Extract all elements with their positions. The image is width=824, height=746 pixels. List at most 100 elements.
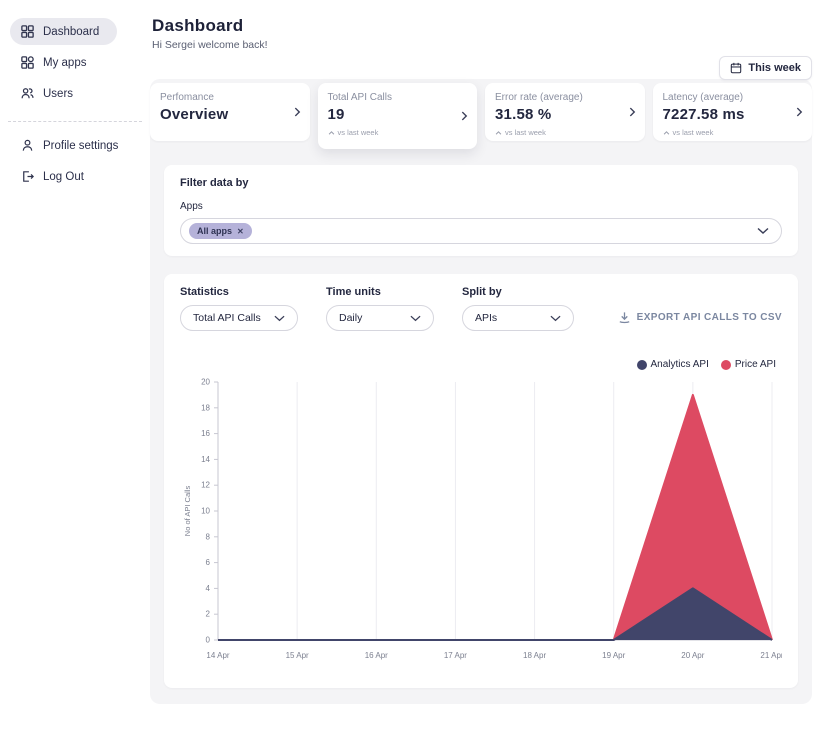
svg-text:14 Apr: 14 Apr	[206, 651, 229, 660]
sidebar-item-my-apps[interactable]: My apps	[10, 49, 96, 76]
sidebar-item-log-out[interactable]: Log Out	[10, 163, 94, 190]
svg-text:4: 4	[206, 584, 211, 593]
stat-card-value: 7227.58 ms	[662, 106, 745, 123]
stat-card-label: Total API Calls	[327, 92, 392, 103]
stat-card-latency[interactable]: Latency (average) 7227.58 ms vs last wee…	[652, 83, 812, 141]
legend-item: Analytics API	[636, 359, 709, 370]
filter-title: Filter data by	[180, 177, 249, 189]
sidebar-item-users[interactable]: Users	[10, 80, 83, 107]
svg-text:2: 2	[206, 610, 211, 619]
legend-item: Price API	[720, 359, 776, 370]
this-week-label: This week	[748, 62, 801, 74]
time-units-control: Time units Daily	[326, 286, 434, 331]
stat-cards-row: Perfomance Overview Total API Calls 19 v…	[150, 83, 812, 149]
chevron-right-icon	[461, 111, 468, 122]
sidebar-item-label: Profile settings	[43, 139, 119, 152]
stat-card-total-api-calls[interactable]: Total API Calls 19 vs last week	[317, 83, 477, 149]
page-title: Dashboard	[152, 16, 244, 35]
stat-card-label: Latency (average)	[662, 92, 744, 103]
svg-text:20 Apr: 20 Apr	[681, 651, 704, 660]
api-calls-chart: 0 2 4 6 8 10 12 14 16 18 20 14 Apr 15 Apr 16 Apr 17 Ap…	[183, 378, 782, 661]
svg-text:6: 6	[206, 558, 211, 567]
stat-card-trend-label: vs last week	[672, 128, 714, 137]
svg-text:14: 14	[201, 455, 210, 464]
time-units-value: Daily	[339, 312, 363, 324]
apps-multiselect[interactable]: All apps ✕	[180, 218, 782, 244]
stat-card-value: Overview	[160, 106, 229, 123]
sidebar-item-profile-settings[interactable]: Profile settings	[10, 132, 128, 159]
stat-card-performance[interactable]: Perfomance Overview	[150, 83, 310, 141]
chip-remove-icon[interactable]: ✕	[237, 227, 244, 236]
sidebar-item-label: Users	[43, 87, 74, 100]
legend-dot	[636, 359, 647, 370]
chevron-right-icon	[796, 107, 803, 118]
caret-up-icon	[495, 130, 502, 135]
sidebar-divider	[8, 121, 142, 122]
filter-apps-label: Apps	[180, 201, 203, 212]
split-by-dropdown[interactable]: APIs	[462, 305, 574, 331]
svg-text:No of API Calls: No of API Calls	[183, 486, 192, 537]
chevron-down-icon	[757, 227, 769, 235]
stat-card-trend: vs last week	[495, 128, 635, 137]
chevron-down-icon	[274, 315, 285, 322]
statistics-panel: Statistics Total API Calls Time units Da…	[164, 274, 798, 688]
time-units-dropdown[interactable]: Daily	[326, 305, 434, 331]
statistics-dropdown[interactable]: Total API Calls	[180, 305, 298, 331]
stat-card-value: 19	[327, 106, 345, 123]
time-units-label: Time units	[326, 286, 381, 298]
svg-text:20: 20	[201, 378, 210, 387]
sidebar-item-label: Log Out	[43, 170, 84, 183]
filter-panel: Filter data by Apps All apps ✕	[164, 165, 798, 256]
svg-text:19 Apr: 19 Apr	[602, 651, 625, 660]
chart-legend: Analytics API Price API	[180, 359, 776, 370]
svg-text:15 Apr: 15 Apr	[286, 651, 309, 660]
export-csv-button[interactable]: EXPORT API CALLS TO CSV	[618, 311, 782, 324]
statistics-label: Statistics	[180, 286, 229, 298]
caret-up-icon	[663, 130, 670, 135]
stat-card-trend-label: vs last week	[505, 128, 546, 137]
stat-card-label: Error rate (average)	[495, 92, 583, 103]
profile-icon	[20, 138, 35, 153]
chart-controls: Statistics Total API Calls Time units Da…	[180, 286, 782, 331]
apps-chip-label: All apps	[197, 226, 233, 236]
chart-wrap: 0 2 4 6 8 10 12 14 16 18 20 14 Apr 15 Apr 16 Apr 17 Ap…	[180, 372, 782, 668]
svg-text:8: 8	[206, 532, 211, 541]
chevron-down-icon	[410, 315, 421, 322]
sidebar-item-label: My apps	[43, 56, 87, 69]
statistics-value: Total API Calls	[193, 312, 261, 324]
svg-text:16: 16	[201, 429, 210, 438]
calendar-icon	[730, 62, 742, 74]
apps-grid-icon	[20, 55, 35, 70]
logout-icon	[20, 169, 35, 184]
legend-label: Price API	[734, 359, 776, 370]
dashboard-panel: Perfomance Overview Total API Calls 19 v…	[150, 79, 812, 704]
chevron-down-icon	[550, 315, 561, 322]
stat-card-trend: vs last week	[663, 128, 803, 137]
users-icon	[20, 86, 35, 101]
stat-card-trend-label: vs last week	[337, 128, 379, 137]
stat-card-error-rate[interactable]: Error rate (average) 31.58 % vs last wee…	[485, 83, 645, 141]
stat-card-trend: vs last week	[328, 128, 468, 137]
export-csv-label: EXPORT API CALLS TO CSV	[636, 312, 782, 323]
apps-chip[interactable]: All apps ✕	[189, 223, 252, 239]
dashboard-grid-icon	[20, 24, 35, 39]
stat-card-label: Perfomance	[160, 92, 214, 103]
svg-text:10: 10	[201, 507, 210, 516]
legend-dot	[720, 359, 731, 370]
this-week-button[interactable]: This week	[719, 56, 812, 80]
svg-text:16 Apr: 16 Apr	[365, 651, 388, 660]
caret-up-icon	[328, 130, 335, 135]
chevron-right-icon	[629, 107, 636, 118]
statistics-control: Statistics Total API Calls	[180, 286, 298, 331]
stat-card-value: 31.58 %	[495, 106, 552, 123]
svg-text:18 Apr: 18 Apr	[523, 651, 546, 660]
svg-text:18: 18	[201, 403, 210, 412]
svg-text:12: 12	[201, 481, 210, 490]
download-icon	[618, 311, 631, 324]
split-by-control: Split by APIs	[462, 286, 574, 331]
split-by-label: Split by	[462, 286, 502, 298]
svg-text:21 Apr: 21 Apr	[760, 651, 782, 660]
sidebar: Dashboard My apps Users Profile settings…	[0, 0, 150, 746]
split-by-value: APIs	[475, 312, 498, 324]
sidebar-item-dashboard[interactable]: Dashboard	[10, 18, 118, 45]
